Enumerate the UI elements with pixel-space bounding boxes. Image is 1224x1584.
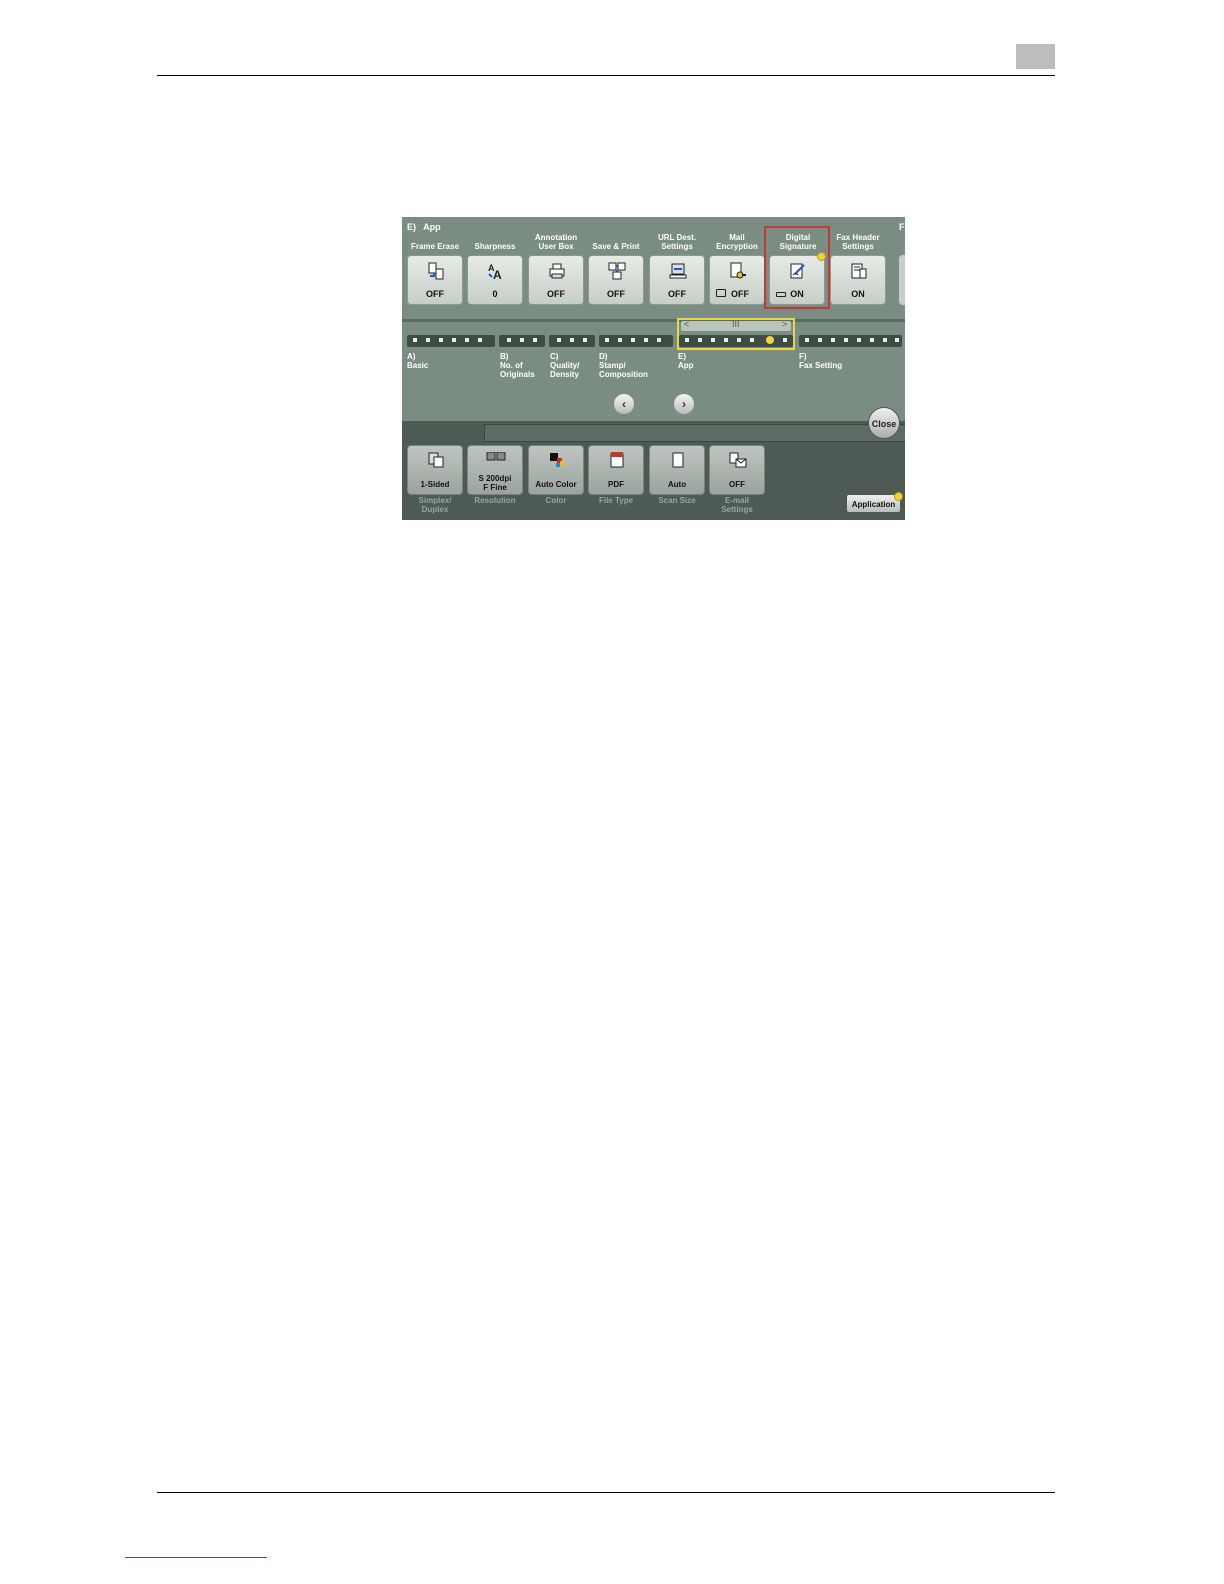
nav-segment-originals[interactable] xyxy=(499,335,545,347)
resolution-button[interactable]: S 200dpi F Fine xyxy=(467,445,523,495)
fn-label-mail-encryption: Mail Encryption xyxy=(716,233,758,251)
sharpness-button[interactable]: AA 0 xyxy=(467,255,523,305)
frame-erase-icon xyxy=(428,262,444,280)
slider-right-icon: > xyxy=(782,319,788,329)
scan-size-value: Auto xyxy=(667,480,687,489)
footer-rule xyxy=(157,1492,1055,1493)
destination-strip xyxy=(484,424,905,442)
fn-label-frame-erase: Frame Erase xyxy=(410,242,460,251)
url-dest-value: OFF xyxy=(668,289,686,299)
file-type-value: PDF xyxy=(608,480,624,489)
slider-left-icon: < xyxy=(684,319,690,329)
chapter-tab xyxy=(1016,44,1055,69)
resolution-label: Resolution xyxy=(474,496,516,505)
fn-label-url-dest: URL Dest. Settings xyxy=(657,233,697,251)
simplex-value: 1-Sided xyxy=(420,480,450,489)
nav-segment-stamp[interactable] xyxy=(599,335,673,347)
category-originals[interactable]: B) No. of Originals xyxy=(500,352,535,379)
mail-encryption-button[interactable]: OFF xyxy=(709,255,765,305)
email-settings-button[interactable]: OFF xyxy=(709,445,765,495)
close-button[interactable]: Close xyxy=(868,407,900,439)
prev-page-button[interactable]: ‹ xyxy=(614,394,634,414)
scan-size-icon xyxy=(672,452,684,468)
save-print-button[interactable]: OFF xyxy=(588,255,644,305)
slider-grip-icon: III xyxy=(732,319,740,329)
nav-segment-basic[interactable] xyxy=(407,335,495,347)
section-title: E) App xyxy=(407,222,441,232)
scan-size-button[interactable]: Auto xyxy=(649,445,705,495)
nav-slider[interactable]: < III > xyxy=(681,319,791,331)
category-fax-setting[interactable]: F) Fax Setting xyxy=(799,352,842,370)
fn-label-sharpness: Sharpness xyxy=(474,242,516,251)
divider xyxy=(402,319,905,322)
header-rule xyxy=(157,75,1055,76)
simplex-duplex-button[interactable]: 1-Sided xyxy=(407,445,463,495)
resolution-value: S 200dpi F Fine xyxy=(478,474,512,492)
fax-header-icon xyxy=(851,263,867,279)
fn-label-fax-header: Fax Header Settings xyxy=(836,233,880,251)
annotation-value: OFF xyxy=(547,289,565,299)
file-type-label: File Type xyxy=(598,496,634,505)
scan-settings-panel: E) App F Frame Erase Sharpness Annotatio… xyxy=(402,217,905,520)
frame-erase-value: OFF xyxy=(426,289,444,299)
svg-text:A: A xyxy=(493,268,502,280)
save-print-value: OFF xyxy=(607,289,625,299)
pdf-icon xyxy=(610,452,624,468)
color-label: Color xyxy=(545,496,567,505)
fax-header-settings-button[interactable]: ON xyxy=(830,255,886,305)
annotation-icon xyxy=(549,263,565,279)
color-icon xyxy=(550,453,565,467)
sharpness-value: 0 xyxy=(492,289,498,299)
fn-label-annotation: Annotation User Box xyxy=(534,233,578,251)
frame-erase-button[interactable]: OFF xyxy=(407,255,463,305)
email-settings-label: E-mail Settings xyxy=(721,496,753,514)
nav-segment-fax[interactable] xyxy=(799,335,902,347)
color-button[interactable]: Auto Color xyxy=(528,445,584,495)
scan-size-label: Scan Size xyxy=(658,496,696,505)
email-icon xyxy=(729,452,747,468)
email-settings-value: OFF xyxy=(729,480,745,489)
category-app[interactable]: E) App xyxy=(678,352,694,370)
footer-link-underline[interactable] xyxy=(125,1557,267,1558)
annotation-user-box-button[interactable]: OFF xyxy=(528,255,584,305)
partial-section-label: F xyxy=(899,222,905,232)
application-indicator xyxy=(894,492,903,501)
nav-segment-quality[interactable] xyxy=(549,335,595,347)
category-stamp[interactable]: D) Stamp/ Composition xyxy=(599,352,648,379)
mail-encryption-icon xyxy=(730,262,746,279)
next-function-button-partial[interactable] xyxy=(899,255,905,305)
url-dest-icon xyxy=(669,263,687,279)
simplex-label: Simplex/ Duplex xyxy=(418,496,452,514)
mail-encryption-value: OFF xyxy=(731,289,749,299)
fax-header-value: ON xyxy=(851,289,865,299)
application-button[interactable]: Application xyxy=(846,494,901,513)
url-dest-settings-button[interactable]: OFF xyxy=(649,255,705,305)
category-quality[interactable]: C) Quality/ Density xyxy=(550,352,579,379)
color-value: Auto Color xyxy=(535,480,577,489)
fn-label-save-print: Save & Print xyxy=(592,242,640,251)
sharpness-icon: AA xyxy=(488,263,502,280)
next-page-button[interactable]: › xyxy=(674,394,694,414)
category-basic[interactable]: A) Basic xyxy=(407,352,428,370)
digital-signature-highlight xyxy=(764,226,830,309)
file-type-button[interactable]: PDF xyxy=(588,445,644,495)
simplex-icon xyxy=(428,452,444,468)
save-print-icon xyxy=(608,262,626,280)
resolution-icon xyxy=(486,452,506,461)
